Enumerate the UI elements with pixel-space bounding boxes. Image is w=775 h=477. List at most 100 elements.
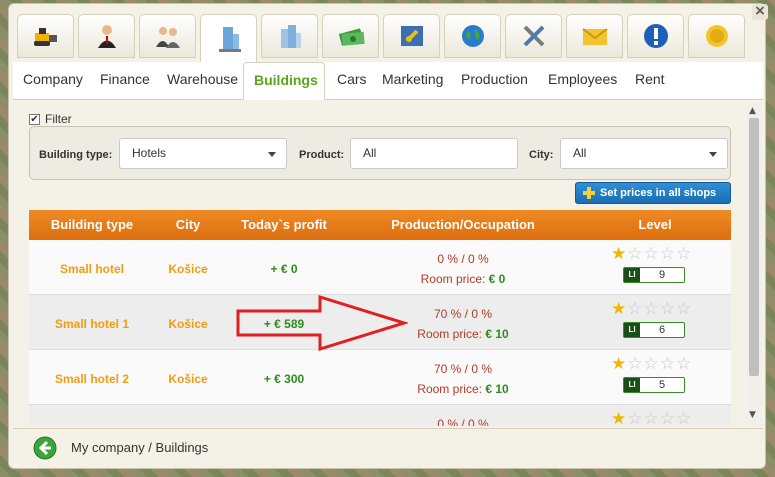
city-building-icon xyxy=(280,25,301,48)
star-empty-icon: ☆ xyxy=(659,409,675,427)
city-select[interactable]: All xyxy=(560,138,728,169)
money-icon-tab[interactable] xyxy=(322,14,379,58)
plus-icon xyxy=(583,187,595,199)
table-row[interactable]: 0 % / 0 % ★ ☆ ☆ ☆ ☆ xyxy=(29,405,731,426)
info-icon-tab[interactable] xyxy=(627,14,684,58)
level-value: 9 xyxy=(658,269,666,281)
building-type-value: Hotels xyxy=(132,146,167,160)
star-empty-icon: ☆ xyxy=(659,354,675,374)
room-price-cell: Room price: € 10 xyxy=(347,382,579,396)
filter-toggle[interactable]: ✔ Filter xyxy=(29,112,72,126)
star-filled-icon: ★ xyxy=(611,354,627,374)
bulldozer-icon xyxy=(33,28,57,46)
city-cell: Košice xyxy=(168,317,208,331)
profit-cell: + € 0 xyxy=(270,262,298,276)
product-input[interactable]: All xyxy=(350,138,518,169)
money-icon xyxy=(338,28,365,46)
star-empty-icon: ☆ xyxy=(676,299,692,319)
breadcrumb: My company / Buildings xyxy=(71,440,209,455)
bulldozer-icon-tab[interactable] xyxy=(17,14,74,58)
star-rating: ★ ☆ ☆ ☆ ☆ xyxy=(611,409,691,427)
tab-buildings[interactable]: Buildings xyxy=(243,62,325,100)
city-cell: Košice xyxy=(168,372,208,386)
star-filled-icon: ★ xyxy=(611,409,627,427)
building-icon-tab[interactable] xyxy=(200,14,257,62)
city-building-icon-tab[interactable] xyxy=(261,14,318,58)
filter-checkbox[interactable]: ✔ xyxy=(29,113,40,125)
star-empty-icon: ☆ xyxy=(659,299,675,319)
star-empty-icon: ☆ xyxy=(627,244,643,264)
level-badge-label: LI xyxy=(624,268,640,282)
businessman-icon-tab[interactable] xyxy=(78,14,135,58)
mail-icon xyxy=(581,28,608,45)
table-header: Building type City Today`s profit Produc… xyxy=(29,210,731,240)
buildings-window: Company Finance Warehouse Buildings Cars… xyxy=(8,3,766,469)
globe-icon-tab[interactable] xyxy=(444,14,501,58)
tab-finance[interactable]: Finance xyxy=(92,62,158,100)
icon-tab-bar xyxy=(17,14,759,62)
tab-company[interactable]: Company xyxy=(15,62,91,100)
room-price-value: € 10 xyxy=(485,382,509,396)
room-price-label: Room price: xyxy=(420,272,486,286)
star-empty-icon: ☆ xyxy=(627,409,643,427)
back-arrow-icon[interactable] xyxy=(33,436,57,460)
level-badge: LI 9 xyxy=(623,267,685,283)
header-profit[interactable]: Today`s profit xyxy=(221,210,347,240)
tab-employees[interactable]: Employees xyxy=(540,62,625,100)
star-empty-icon: ☆ xyxy=(643,354,659,374)
star-empty-icon: ☆ xyxy=(643,244,659,264)
people-icon-tab[interactable] xyxy=(139,14,196,58)
level-badge-label: LI xyxy=(624,378,640,392)
vertical-scrollbar[interactable]: ▲ ▼ xyxy=(747,104,761,426)
close-icon[interactable]: × xyxy=(752,4,768,20)
tab-production[interactable]: Production xyxy=(453,62,536,100)
header-level[interactable]: Level xyxy=(579,210,731,240)
star-empty-icon: ☆ xyxy=(676,354,692,374)
table-row[interactable]: Small hotel 2 Košice + € 300 70 % / 0 % … xyxy=(29,350,731,405)
map-icon-tab[interactable] xyxy=(383,14,440,58)
set-prices-label: Set prices in all shops xyxy=(600,187,717,199)
building-type-cell[interactable]: Small hotel 2 xyxy=(29,372,155,386)
star-empty-icon: ☆ xyxy=(643,299,659,319)
star-rating: ★ ☆ ☆ ☆ ☆ xyxy=(611,356,691,373)
scroll-up-icon[interactable]: ▲ xyxy=(749,106,756,116)
level-badge: LI 6 xyxy=(623,322,685,338)
product-value: All xyxy=(363,146,377,160)
star-filled-icon: ★ xyxy=(611,299,627,319)
info-icon xyxy=(643,24,668,48)
tab-rent[interactable]: Rent xyxy=(627,62,673,100)
star-rating: ★ ☆ ☆ ☆ ☆ xyxy=(611,301,691,318)
room-price-label: Room price: xyxy=(417,327,482,341)
table-row[interactable]: Small hotel Košice + € 0 0 % / 0 % Room … xyxy=(29,240,731,295)
mail-icon-tab[interactable] xyxy=(566,14,623,58)
room-price-value: € 10 xyxy=(485,327,509,341)
tab-cars[interactable]: Cars xyxy=(329,62,375,100)
chevron-down-icon xyxy=(709,152,717,157)
star-empty-icon: ☆ xyxy=(627,299,643,319)
chevron-down-icon xyxy=(268,152,276,157)
tab-warehouse[interactable]: Warehouse xyxy=(159,62,246,100)
level-badge-label: LI xyxy=(624,323,640,337)
header-building-type[interactable]: Building type xyxy=(29,210,155,240)
scroll-down-icon[interactable]: ▼ xyxy=(749,410,756,420)
set-prices-button[interactable]: Set prices in all shops xyxy=(575,182,731,204)
building-type-label: Building type: xyxy=(39,149,113,161)
header-production-occupation[interactable]: Production/Occupation xyxy=(347,210,579,240)
header-city[interactable]: City xyxy=(155,210,221,240)
building-type-select[interactable]: Hotels xyxy=(119,138,287,169)
level-value: 6 xyxy=(658,324,666,336)
tools-icon-tab[interactable] xyxy=(505,14,562,58)
room-price-cell: Room price: € 0 xyxy=(347,272,579,286)
tools-icon xyxy=(523,25,544,47)
building-type-cell[interactable]: Small hotel xyxy=(29,262,155,276)
footer-bar: My company / Buildings xyxy=(13,428,763,466)
coin-icon-tab[interactable] xyxy=(688,14,745,58)
tab-marketing[interactable]: Marketing xyxy=(374,62,451,100)
people-icon xyxy=(155,27,180,48)
occupation-cell: 70 % / 0 % xyxy=(433,362,493,376)
globe-icon xyxy=(461,25,484,47)
building-type-cell[interactable]: Small hotel 1 xyxy=(29,317,155,331)
scrollbar-thumb[interactable] xyxy=(749,118,759,376)
room-price-label: Room price: xyxy=(417,382,482,396)
occupation-cell: 0 % / 0 % xyxy=(437,417,489,426)
